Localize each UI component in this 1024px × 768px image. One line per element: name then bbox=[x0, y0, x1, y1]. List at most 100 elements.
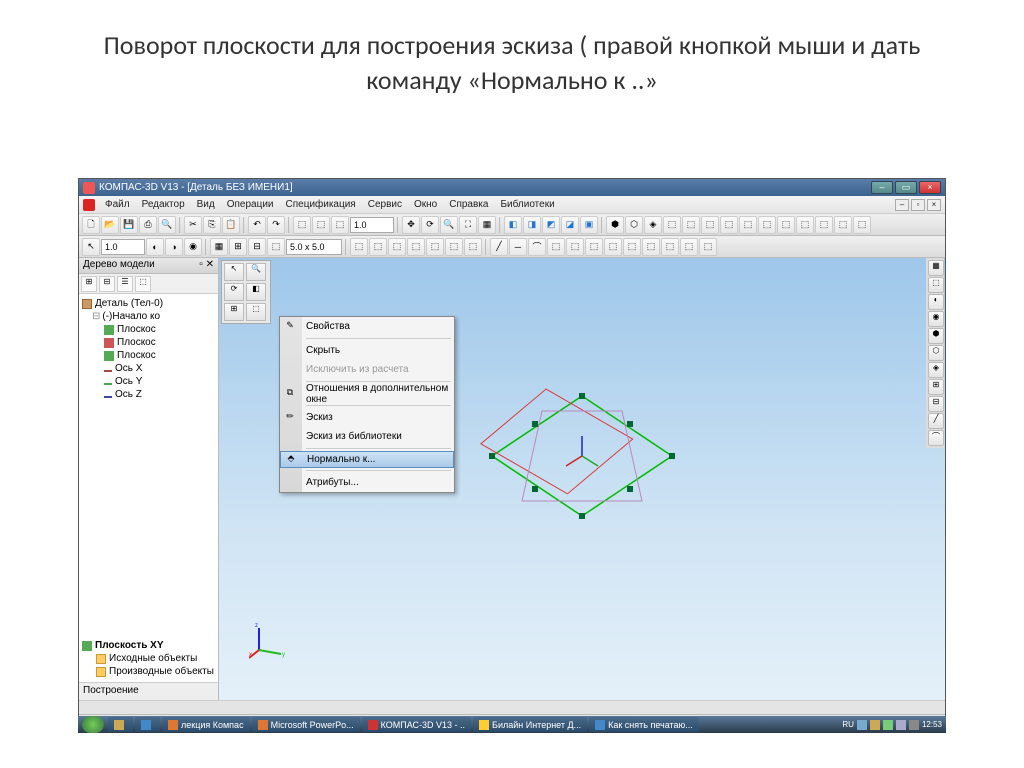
tool-icon[interactable]: ⬚ bbox=[661, 238, 679, 256]
right-tool-icon[interactable]: ⬚ bbox=[928, 277, 944, 293]
minimize-button[interactable]: – bbox=[871, 181, 893, 194]
tool-icon[interactable]: ⬚ bbox=[815, 216, 833, 234]
tool-icon[interactable]: ⬚ bbox=[566, 238, 584, 256]
tool-icon[interactable]: ⬚ bbox=[739, 216, 757, 234]
tray-icon[interactable] bbox=[896, 720, 906, 730]
tool-icon[interactable]: ⬚ bbox=[369, 238, 387, 256]
feat-icon[interactable]: ⬢ bbox=[606, 216, 624, 234]
right-tool-icon[interactable]: ╱ bbox=[928, 413, 944, 429]
float-tool-icon[interactable]: ⟳ bbox=[224, 283, 244, 301]
line-icon[interactable]: ─ bbox=[509, 238, 527, 256]
value-combo[interactable]: 1.0 bbox=[101, 239, 145, 255]
quick-launch[interactable] bbox=[135, 717, 160, 732]
new-icon[interactable]: 🗋 bbox=[82, 216, 100, 234]
clock[interactable]: 12:53 bbox=[922, 720, 942, 729]
fit-icon[interactable]: ⛶ bbox=[459, 216, 477, 234]
right-tool-icon[interactable]: ⊞ bbox=[928, 379, 944, 395]
tray-icon[interactable] bbox=[883, 720, 893, 730]
tool-icon[interactable]: ⬚ bbox=[312, 216, 330, 234]
cm-hide[interactable]: Скрыть bbox=[280, 341, 454, 360]
tree-body[interactable]: Деталь (Тел-0) ⊟(-)Начало ко Плоскос Пло… bbox=[79, 294, 218, 682]
float-tool-icon[interactable]: ⬚ bbox=[246, 303, 266, 321]
tool-icon[interactable]: ⬚ bbox=[682, 216, 700, 234]
cm-relations[interactable]: ⧉Отношения в дополнительном окне bbox=[280, 384, 454, 403]
right-tool-icon[interactable]: ◐ bbox=[928, 294, 944, 310]
tool-icon[interactable]: ⬚ bbox=[663, 216, 681, 234]
cube-icon[interactable]: ◪ bbox=[561, 216, 579, 234]
tree-tool-icon[interactable]: ⊟ bbox=[99, 276, 115, 292]
right-tool-icon[interactable]: ⊟ bbox=[928, 396, 944, 412]
view-icon[interactable]: ▦ bbox=[478, 216, 496, 234]
paste-icon[interactable]: 📋 bbox=[222, 216, 240, 234]
rotate-icon[interactable]: ⟳ bbox=[421, 216, 439, 234]
cube-icon[interactable]: ◩ bbox=[542, 216, 560, 234]
tool-icon[interactable]: ⬚ bbox=[758, 216, 776, 234]
right-tool-icon[interactable]: ◈ bbox=[928, 362, 944, 378]
scale-combo[interactable]: 1.0 bbox=[350, 217, 394, 233]
viewport[interactable]: ↖ 🔍 ⟳ ◧ ⊞ ⬚ ▦ ⬚ ◐ ◉ ⬢ ⬡ ◈ ⊞ ⊟ ╱ ⌒ bbox=[219, 258, 945, 700]
tool-icon[interactable]: ⬚ bbox=[796, 216, 814, 234]
close-button[interactable]: × bbox=[919, 181, 941, 194]
cm-attrs[interactable]: Атрибуты... bbox=[280, 473, 454, 492]
tool-icon[interactable]: ⬚ bbox=[585, 238, 603, 256]
zoom-icon[interactable]: 🔍 bbox=[440, 216, 458, 234]
tool-icon[interactable]: ⬚ bbox=[350, 238, 368, 256]
tool-icon[interactable]: ⬚ bbox=[777, 216, 795, 234]
tray-icon[interactable] bbox=[870, 720, 880, 730]
cm-properties[interactable]: ✎Свойства bbox=[280, 317, 454, 336]
tool-icon[interactable]: ⬚ bbox=[407, 238, 425, 256]
maximize-button[interactable]: ▭ bbox=[895, 181, 917, 194]
tool-icon[interactable]: ⬚ bbox=[701, 216, 719, 234]
line-icon[interactable]: ╱ bbox=[490, 238, 508, 256]
cube-icon[interactable]: ◨ bbox=[523, 216, 541, 234]
task-item[interactable]: Microsoft PowerPo... bbox=[252, 717, 360, 732]
tool-icon[interactable]: ⬚ bbox=[293, 216, 311, 234]
tray-icon[interactable] bbox=[909, 720, 919, 730]
system-tray[interactable]: RU 12:53 bbox=[838, 720, 946, 730]
right-tool-icon[interactable]: ⌒ bbox=[928, 430, 944, 446]
menu-view[interactable]: Вид bbox=[191, 199, 221, 210]
right-tool-icon[interactable]: ⬢ bbox=[928, 328, 944, 344]
menu-file[interactable]: Файл bbox=[99, 199, 136, 210]
float-tool-icon[interactable]: ↖ bbox=[224, 263, 244, 281]
tool-icon[interactable]: ⬚ bbox=[547, 238, 565, 256]
tool-icon[interactable]: ⬚ bbox=[464, 238, 482, 256]
right-tool-icon[interactable]: ⬡ bbox=[928, 345, 944, 361]
mdi-min-button[interactable]: – bbox=[895, 199, 909, 211]
feat-icon[interactable]: ◈ bbox=[644, 216, 662, 234]
open-icon[interactable]: 📂 bbox=[101, 216, 119, 234]
tree-tab[interactable]: Построение bbox=[79, 682, 218, 700]
cube-icon[interactable]: ◧ bbox=[504, 216, 522, 234]
cm-sketch[interactable]: ✏Эскиз bbox=[280, 408, 454, 427]
tool-icon[interactable]: ⬚ bbox=[642, 238, 660, 256]
task-item[interactable]: лекция Компас bbox=[162, 717, 250, 732]
cm-sketchlib[interactable]: Эскиз из библиотеки bbox=[280, 427, 454, 446]
tool-icon[interactable]: ⬚ bbox=[267, 238, 285, 256]
cursor-icon[interactable]: ↖ bbox=[82, 238, 100, 256]
quick-launch[interactable] bbox=[108, 717, 133, 732]
menu-window[interactable]: Окно bbox=[408, 199, 443, 210]
menu-edit[interactable]: Редактор bbox=[136, 199, 191, 210]
lang-indicator[interactable]: RU bbox=[842, 720, 854, 729]
task-item[interactable]: Как снять печатаю... bbox=[589, 717, 699, 732]
tool-icon[interactable]: ⬚ bbox=[331, 216, 349, 234]
feat-icon[interactable]: ⬡ bbox=[625, 216, 643, 234]
tool-icon[interactable]: ◐ bbox=[146, 238, 164, 256]
undo-icon[interactable]: ↶ bbox=[248, 216, 266, 234]
menu-help[interactable]: Справка bbox=[443, 199, 494, 210]
copy-icon[interactable]: ⎘ bbox=[203, 216, 221, 234]
tool-icon[interactable]: ⬚ bbox=[623, 238, 641, 256]
menu-ops[interactable]: Операции bbox=[221, 199, 280, 210]
cube-icon[interactable]: ▣ bbox=[580, 216, 598, 234]
tool-icon[interactable]: ⬚ bbox=[834, 216, 852, 234]
tool-icon[interactable]: ⊞ bbox=[229, 238, 247, 256]
tool-icon[interactable]: ◉ bbox=[184, 238, 202, 256]
grid-combo[interactable]: 5.0 x 5.0 bbox=[286, 239, 342, 255]
tool-icon[interactable]: ⬚ bbox=[680, 238, 698, 256]
print-icon[interactable]: ⎙ bbox=[139, 216, 157, 234]
pan-icon[interactable]: ✥ bbox=[402, 216, 420, 234]
tool-icon[interactable]: ⬚ bbox=[853, 216, 871, 234]
menu-service[interactable]: Сервис bbox=[362, 199, 408, 210]
tool-icon[interactable]: ⬚ bbox=[445, 238, 463, 256]
tree-tool-icon[interactable]: ☰ bbox=[117, 276, 133, 292]
